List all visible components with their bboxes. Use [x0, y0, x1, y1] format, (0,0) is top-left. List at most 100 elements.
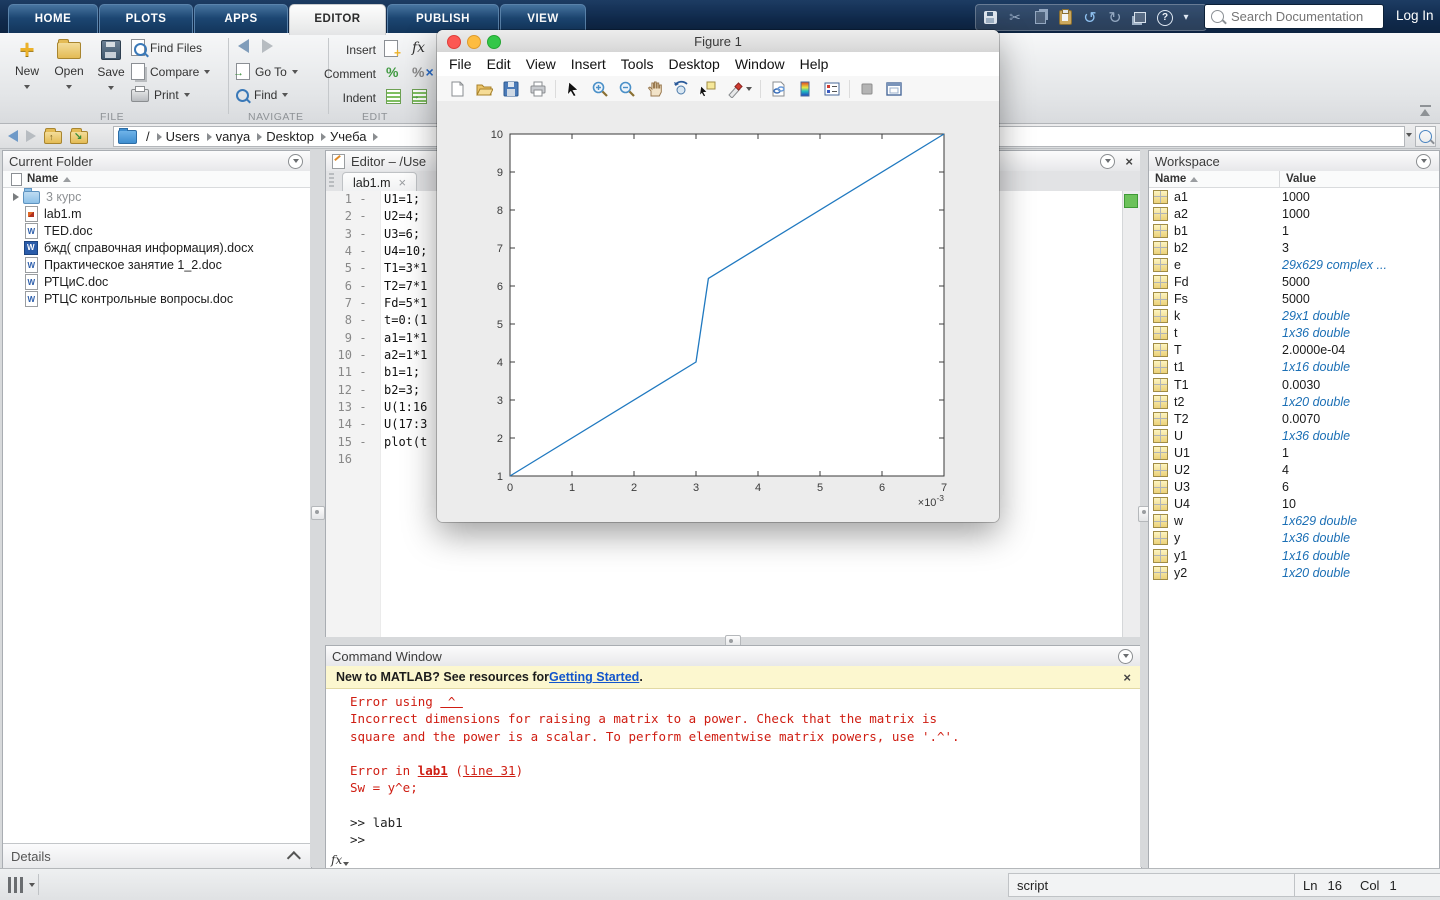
figure-menu-item[interactable]: Tools	[621, 56, 654, 72]
history-forward-button[interactable]	[26, 130, 36, 142]
file-row[interactable]: бжд( справочная информация).docx	[3, 239, 311, 256]
workspace-variable-row[interactable]: U2 4	[1149, 462, 1439, 479]
up-folder-icon[interactable]: ↑	[44, 129, 62, 144]
print-figure-icon[interactable]	[528, 79, 548, 99]
zoom-traffic-light[interactable]	[487, 35, 501, 49]
brush-data-icon[interactable]	[725, 79, 753, 99]
paste-icon[interactable]	[1057, 10, 1073, 26]
docbar-grip[interactable]	[329, 173, 334, 189]
file-row[interactable]: РТЦиС.doc	[3, 273, 311, 290]
breadcrumb-segment[interactable]: /	[144, 129, 164, 144]
breadcrumb-segment[interactable]: vanya	[214, 129, 265, 144]
smart-indent-button[interactable]	[386, 89, 401, 104]
tab-editor[interactable]: EDITOR	[289, 4, 386, 35]
close-traffic-light[interactable]	[447, 35, 461, 49]
data-cursor-icon[interactable]	[698, 79, 718, 99]
new-button[interactable]: + New	[6, 36, 48, 108]
insert-colorbar-icon[interactable]	[795, 79, 815, 99]
tab-close-icon[interactable]: ×	[399, 176, 407, 189]
command-output[interactable]: Error using ^ Incorrect dimensions for r…	[350, 693, 1131, 868]
fx-prompt-icon[interactable]: fx	[331, 853, 349, 867]
dock-figure-icon[interactable]	[884, 79, 904, 99]
hide-plot-tools-icon[interactable]	[857, 79, 877, 99]
file-row[interactable]: lab1.m	[3, 205, 311, 222]
name-column-header[interactable]: Name	[3, 171, 311, 188]
editor-scrollbar[interactable]	[1122, 191, 1141, 638]
find-button[interactable]: Find	[236, 88, 288, 102]
workspace-variable-row[interactable]: T1 0.0030	[1149, 376, 1439, 393]
tab-plots[interactable]: PLOTS	[99, 4, 193, 34]
vertical-splitter-left[interactable]	[310, 150, 325, 867]
figure-menu-item[interactable]: Desktop	[668, 56, 719, 72]
goto-button[interactable]: → Go To	[236, 63, 298, 80]
figure-menu-item[interactable]: Window	[735, 56, 785, 72]
edit-plot-icon[interactable]	[563, 79, 583, 99]
cut-icon[interactable]: ✂	[1007, 10, 1023, 26]
workspace-variable-row[interactable]: U1 1	[1149, 444, 1439, 461]
uncomment-button[interactable]: %×	[412, 64, 434, 80]
minimize-traffic-light[interactable]	[467, 35, 481, 49]
workspace-variable-row[interactable]: T2 0.0070	[1149, 410, 1439, 427]
insert-legend-icon[interactable]	[822, 79, 842, 99]
workspace-variable-row[interactable]: b2 3	[1149, 239, 1439, 256]
browse-folder-icon[interactable]: ↘	[70, 129, 88, 144]
breadcrumb-segment[interactable]: Desktop	[264, 129, 328, 144]
workspace-variable-row[interactable]: b1 1	[1149, 222, 1439, 239]
link-plot-icon[interactable]	[768, 79, 788, 99]
workspace-variable-row[interactable]: y1 1x16 double	[1149, 547, 1439, 564]
nav-forward-button[interactable]	[262, 39, 273, 53]
redo-icon[interactable]: ↻	[1107, 10, 1123, 26]
expander-icon[interactable]	[13, 193, 19, 201]
workspace-variable-row[interactable]: t1 1x16 double	[1149, 359, 1439, 376]
undo-icon[interactable]: ↺	[1082, 10, 1098, 26]
figure-menu-item[interactable]: Insert	[571, 56, 606, 72]
tab-home[interactable]: HOME	[8, 4, 98, 34]
insert-section-button[interactable]: +	[384, 40, 398, 57]
workspace-variable-row[interactable]: w 1x629 double	[1149, 513, 1439, 530]
current-folder-menu-icon[interactable]	[288, 154, 303, 169]
new-window-icon[interactable]	[1132, 10, 1148, 26]
search-input[interactable]	[1229, 8, 1371, 25]
open-button[interactable]: Open	[48, 36, 90, 108]
command-window-menu-icon[interactable]	[1118, 649, 1133, 664]
status-grip-icon[interactable]	[8, 877, 26, 893]
workspace-variable-row[interactable]: k 29x1 double	[1149, 308, 1439, 325]
login-button[interactable]: Log In	[1396, 8, 1434, 23]
new-figure-icon[interactable]	[447, 79, 467, 99]
figure-titlebar[interactable]: Figure 1	[437, 30, 999, 53]
figure-menu-item[interactable]: Edit	[487, 56, 511, 72]
getting-started-link[interactable]: Getting Started	[549, 670, 639, 684]
copy-icon[interactable]	[1032, 10, 1048, 26]
path-search-button[interactable]	[1415, 126, 1436, 147]
workspace-variable-row[interactable]: a1 1000	[1149, 188, 1439, 205]
figure-menu-item[interactable]: Help	[800, 56, 829, 72]
workspace-variable-row[interactable]: U3 6	[1149, 479, 1439, 496]
editor-file-tab[interactable]: lab1.m ×	[342, 172, 417, 192]
figure-menu-item[interactable]: View	[526, 56, 556, 72]
help-icon[interactable]: ?	[1157, 10, 1173, 26]
workspace-variable-row[interactable]: y2 1x20 double	[1149, 564, 1439, 581]
compare-button[interactable]: Compare	[131, 63, 210, 80]
open-file-icon[interactable]	[474, 79, 494, 99]
insert-fx-button[interactable]: fx	[412, 40, 425, 56]
find-files-button[interactable]: Find Files	[131, 39, 202, 56]
figure-menu-item[interactable]: File	[449, 56, 472, 72]
file-row[interactable]: TED.doc	[3, 222, 311, 239]
indent-right-button[interactable]: →	[412, 89, 427, 104]
workspace-column-headers[interactable]: Name Value	[1149, 171, 1439, 188]
details-toggle[interactable]: Details	[3, 843, 311, 868]
save-button[interactable]: Save	[90, 36, 132, 108]
path-dropdown-icon[interactable]	[1406, 133, 1412, 137]
workspace-variable-row[interactable]: Fd 5000	[1149, 273, 1439, 290]
workspace-variable-row[interactable]: Fs 5000	[1149, 291, 1439, 308]
workspace-variable-row[interactable]: y 1x36 double	[1149, 530, 1439, 547]
nav-back-button[interactable]	[238, 39, 249, 53]
splitter-handle[interactable]	[311, 506, 325, 520]
workspace-variable-row[interactable]: t2 1x20 double	[1149, 393, 1439, 410]
breadcrumb-segment[interactable]: Учеба	[328, 129, 381, 144]
workspace-variable-row[interactable]: T 2.0000e-04	[1149, 342, 1439, 359]
vertical-splitter-right[interactable]	[1140, 150, 1148, 867]
workspace-variable-row[interactable]: a2 1000	[1149, 205, 1439, 222]
zoom-out-icon[interactable]	[617, 79, 637, 99]
rotate-3d-icon[interactable]	[671, 79, 691, 99]
